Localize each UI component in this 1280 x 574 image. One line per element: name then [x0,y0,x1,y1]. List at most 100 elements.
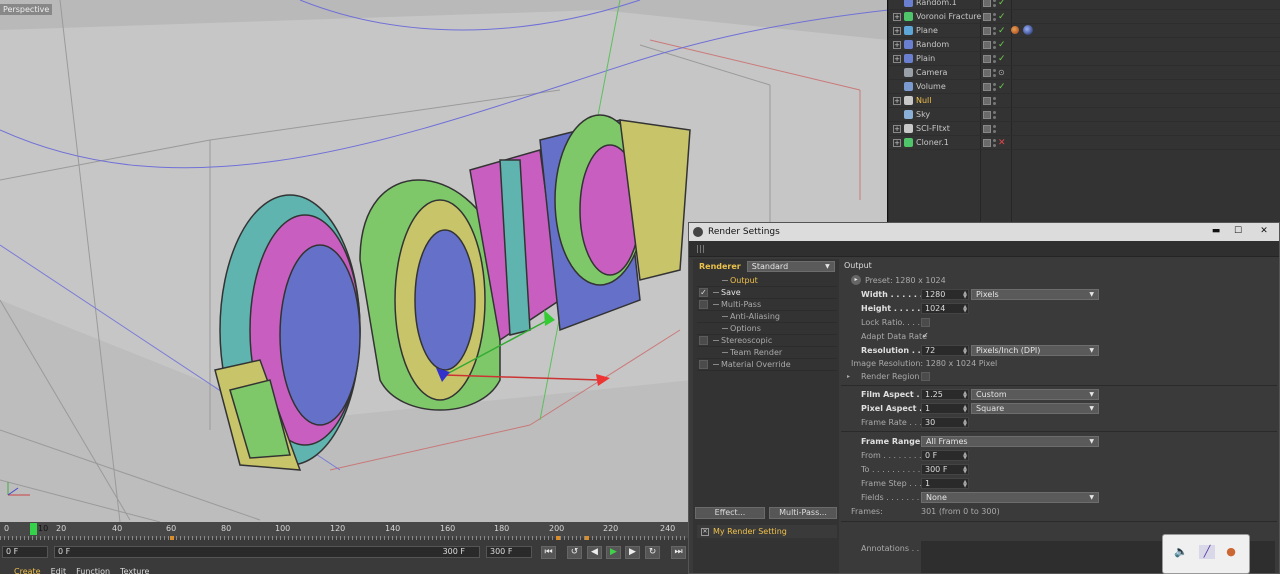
film-aspect-field[interactable]: 1.25 ▲ ▼ [921,388,969,400]
visibility-dots-icon[interactable] [993,26,996,35]
visibility-dots-icon[interactable] [993,54,996,63]
layer-box-icon[interactable] [983,40,991,49]
adapt-data-rate-checkbox[interactable]: ✓ [921,331,930,341]
disabled-cross-icon[interactable]: ✕ [998,138,1006,148]
object-name[interactable]: Random [916,40,949,49]
layer-box-icon[interactable] [983,96,991,105]
keyframe-marker[interactable] [585,536,589,540]
render-setting-item[interactable]: ✕ My Render Setting [697,525,837,538]
object-row[interactable]: Sky [889,108,1280,122]
enabled-check-icon[interactable]: ✓ [998,12,1006,22]
spinner-icon[interactable]: ▲ ▼ [963,290,967,299]
pixel-aspect-field[interactable]: 1 ▲ ▼ [921,402,969,414]
spinner-icon[interactable]: ▲ ▼ [963,479,967,488]
expand-toggle-icon[interactable]: + [893,124,901,133]
layer-box-icon[interactable] [983,82,991,91]
enabled-check-icon[interactable]: ✓ [998,0,1006,8]
width-unit-dropdown[interactable]: Pixels ▼ [971,288,1099,300]
menu-edit[interactable]: Edit [51,568,67,574]
expand-icon[interactable]: ▸ [847,373,850,380]
next-key-icon[interactable]: ↻ [645,546,660,559]
minimize-button[interactable]: ▬ [1207,225,1225,238]
play-icon[interactable]: ▶ [606,546,621,559]
object-row[interactable]: + Null [889,94,1280,108]
object-name[interactable]: Plain [916,54,935,63]
tree-item-material-override[interactable]: Material Override [697,359,837,371]
object-row[interactable]: + Plain ✓ [889,52,1280,66]
pixel-aspect-dropdown[interactable]: Square ▼ [971,402,1099,414]
tree-checkbox[interactable] [699,360,708,369]
go-to-start-icon[interactable]: ⏮ [541,546,556,559]
layer-box-icon[interactable] [983,0,991,7]
visibility-dots-icon[interactable] [993,12,996,21]
object-name[interactable]: Random.1 [916,0,957,7]
spinner-icon[interactable]: ▲ ▼ [963,404,967,413]
tree-checkbox[interactable]: ✓ [699,288,708,297]
object-name[interactable]: SCI-FItxt [916,124,950,133]
close-button[interactable]: ✕ [1255,225,1273,238]
visibility-dots-icon[interactable] [993,82,996,91]
go-to-end-icon[interactable]: ⏭ [671,546,686,559]
visibility-dots-icon[interactable] [993,138,996,147]
preset-icon[interactable]: ▸ [851,275,861,285]
app-icon[interactable]: ● [1223,545,1239,559]
fields-dropdown[interactable]: None ▼ [921,491,1099,503]
maximize-button[interactable]: ☐ [1229,225,1247,238]
object-row[interactable]: + Plane ✓ [889,24,1280,38]
object-row[interactable]: Random.1 ✓ [889,0,1280,10]
step-back-icon[interactable]: ◀ [587,546,602,559]
visibility-dots-icon[interactable] [993,40,996,49]
to-field[interactable]: 300 F ▲ ▼ [921,463,969,475]
visibility-dots-icon[interactable] [993,68,996,77]
menu-texture[interactable]: Texture [120,568,149,574]
object-name[interactable]: Voronoi Fracture [916,12,981,21]
grip-icon[interactable] [697,245,705,253]
object-row[interactable]: + Voronoi Fracture ✓ [889,10,1280,24]
keyframe-marker[interactable] [556,536,560,540]
spinner-icon[interactable]: ▲ ▼ [963,346,967,355]
material-sphere-icon[interactable] [1023,25,1033,35]
object-name[interactable]: Volume [916,82,946,91]
layer-box-icon[interactable] [983,68,991,77]
spinner-icon[interactable]: ▲ ▼ [963,418,967,427]
visibility-dots-icon[interactable] [993,124,996,133]
current-frame-field[interactable]: 0 F [2,546,48,558]
layer-box-icon[interactable] [983,124,991,133]
render-region-checkbox[interactable] [921,371,930,381]
lock-ratio-checkbox[interactable] [921,317,930,327]
enabled-check-icon[interactable]: ✓ [998,26,1006,36]
tree-item-output[interactable]: Output [697,275,837,287]
object-row[interactable]: + SCI-FItxt [889,122,1280,136]
object-name[interactable]: Plane [916,26,938,35]
material-tag-icon[interactable] [1011,26,1019,34]
resolution-field[interactable]: 72 ▲ ▼ [921,344,969,356]
tree-item-anti-aliasing[interactable]: Anti-Aliasing [697,311,837,323]
enabled-check-icon[interactable]: ✓ [998,40,1006,50]
frame-rate-field[interactable]: 30 ▲ ▼ [921,416,969,428]
window-titlebar[interactable]: Render Settings ▬ ☐ ✕ [689,223,1279,241]
visibility-dots-icon[interactable] [993,0,996,7]
object-name[interactable]: Null [916,96,932,105]
tree-item-save[interactable]: ✓ Save [697,287,837,299]
tree-item-options[interactable]: Options [697,323,837,335]
from-field[interactable]: 0 F ▲ ▼ [921,449,969,461]
expand-toggle-icon[interactable]: + [893,26,901,35]
spinner-icon[interactable]: ▲ ▼ [963,451,967,460]
expand-toggle-icon[interactable]: + [893,54,901,63]
expand-toggle-icon[interactable]: + [893,96,901,105]
object-row[interactable]: Volume ✓ [889,80,1280,94]
film-aspect-dropdown[interactable]: Custom ▼ [971,388,1099,400]
resolution-unit-dropdown[interactable]: Pixels/Inch (DPI) ▼ [971,344,1099,356]
tree-checkbox[interactable] [699,336,708,345]
tree-checkbox[interactable] [699,300,708,309]
object-row[interactable]: + Random ✓ [889,38,1280,52]
object-row[interactable]: + Cloner.1 ✕ [889,136,1280,150]
layer-box-icon[interactable] [983,26,991,35]
pen-icon[interactable]: ╱ [1199,545,1215,559]
layer-box-icon[interactable] [983,12,991,21]
frame-range-dropdown[interactable]: All Frames ▼ [921,435,1099,447]
camera-target-icon[interactable]: ⊙ [998,68,1005,77]
playhead[interactable] [30,523,37,535]
frame-step-field[interactable]: 1 ▲ ▼ [921,477,969,489]
spinner-icon[interactable]: ▲ ▼ [963,304,967,313]
